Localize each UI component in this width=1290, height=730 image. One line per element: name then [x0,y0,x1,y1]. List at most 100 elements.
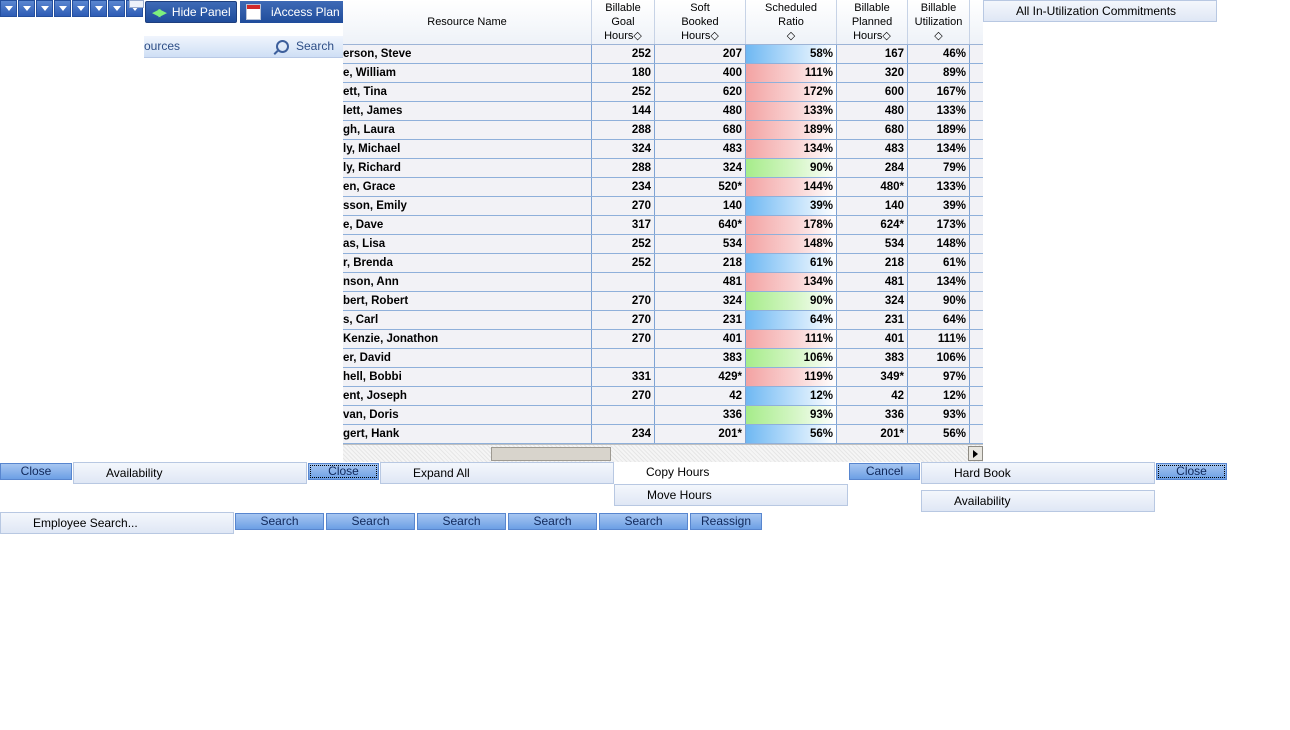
cell-soft: 620 [655,83,746,101]
cell-util: 133% [908,102,970,120]
col-header-resource-name[interactable]: Resource Name [343,0,592,44]
chevron-down-icon[interactable] [18,0,35,17]
cell-goal [592,406,655,424]
move-hours-button[interactable]: Move Hours [614,484,848,506]
cell-goal: 234 [592,425,655,443]
close-button[interactable]: Close [308,463,379,480]
hide-panel-button[interactable]: ◀▶ Hide Panel [145,1,237,23]
cell-goal: 144 [592,102,655,120]
cell-soft: 400 [655,64,746,82]
search-button[interactable]: Search [326,513,415,530]
search-button[interactable]: Search [508,513,597,530]
table-row[interactable]: van, Doris 336 93% 336 93% [343,406,983,425]
cell-name: van, Doris [343,406,592,424]
hard-book-button[interactable]: Hard Book [921,462,1155,484]
table-row[interactable]: nson, Ann 481 134% 481 134% [343,273,983,292]
cell-soft: 218 [655,254,746,272]
horizontal-scrollbar[interactable] [343,444,983,462]
table-row[interactable]: as, Lisa 252 534 148% 534 148% [343,235,983,254]
cell-soft: 680 [655,121,746,139]
table-row[interactable]: lett, James 144 480 133% 480 133% [343,102,983,121]
col-header-billable-planned[interactable]: Billable Planned Hours◇ [837,0,908,44]
availability-button[interactable]: Availability [73,462,307,484]
reassign-button[interactable]: Reassign [690,513,762,530]
table-row[interactable]: ly, Michael 324 483 134% 483 134% [343,140,983,159]
search-button[interactable]: Search [235,513,324,530]
cell-ratio: 111% [746,330,837,348]
cell-soft: 401 [655,330,746,348]
cell-util: 148% [908,235,970,253]
small-toggle-box[interactable] [129,0,144,8]
iaccess-plan-tab[interactable]: iAccess Plan [240,1,343,23]
scroll-right-arrow-icon[interactable] [968,446,983,461]
chevron-down-icon[interactable] [54,0,71,17]
table-row[interactable]: bert, Robert 270 324 90% 324 90% [343,292,983,311]
cell-util: 111% [908,330,970,348]
col-header-billable-goal[interactable]: Billable Goal Hours◇ [592,0,655,44]
table-row[interactable]: ly, Richard 288 324 90% 284 79% [343,159,983,178]
cell-goal: 331 [592,368,655,386]
cell-ratio: 58% [746,45,837,63]
iaccess-plan-label: iAccess Plan [271,5,340,19]
table-row[interactable]: erson, Steve 252 207 58% 167 46% [343,45,983,64]
cell-planned: 401 [837,330,908,348]
copy-hours-button[interactable]: Copy Hours [614,462,848,484]
table-row[interactable]: r, Brenda 252 218 61% 218 61% [343,254,983,273]
cell-name: nson, Ann [343,273,592,291]
table-row[interactable]: sson, Emily 270 140 39% 140 39% [343,197,983,216]
chevron-down-icon[interactable] [0,0,17,17]
chevron-down-icon[interactable] [108,0,125,17]
cell-planned: 324 [837,292,908,310]
close-button[interactable]: Close [0,463,72,480]
col-header-scheduled-ratio[interactable]: Scheduled Ratio ◇ [746,0,837,44]
table-row[interactable]: s, Carl 270 231 64% 231 64% [343,311,983,330]
cell-name: lett, James [343,102,592,120]
chevron-down-icon[interactable] [90,0,107,17]
table-row[interactable]: er, David 383 106% 383 106% [343,349,983,368]
chevron-down-icon[interactable] [72,0,89,17]
cell-planned: 349* [837,368,908,386]
cell-name: ly, Richard [343,159,592,177]
cell-name: er, David [343,349,592,367]
employee-search-button[interactable]: Employee Search... [0,512,234,534]
cell-goal: 252 [592,45,655,63]
expand-all-button[interactable]: Expand All [380,462,614,484]
cell-name: e, Dave [343,216,592,234]
table-row[interactable]: ent, Joseph 270 42 12% 42 12% [343,387,983,406]
table-row[interactable]: gh, Laura 288 680 189% 680 189% [343,121,983,140]
col-header-soft-booked[interactable]: Soft Booked Hours◇ [655,0,746,44]
table-row[interactable]: e, William 180 400 111% 320 89% [343,64,983,83]
scrollbar-thumb[interactable] [491,447,611,461]
search-link[interactable]: Search [276,39,334,53]
availability-button[interactable]: Availability [921,490,1155,512]
cell-soft: 520* [655,178,746,196]
col-header-billable-utilization[interactable]: Billable Utilization ◇ [908,0,970,44]
cell-soft: 640* [655,216,746,234]
table-row[interactable]: Kenzie, Jonathon 270 401 111% 401 111% [343,330,983,349]
cell-soft: 481 [655,273,746,291]
cell-ratio: 144% [746,178,837,196]
table-row[interactable]: en, Grace 234 520* 144% 480* 133% [343,178,983,197]
table-row[interactable]: hell, Bobbi 331 429* 119% 349* 97% [343,368,983,387]
cell-soft: 42 [655,387,746,405]
all-in-utilization-commitments-button[interactable]: All In-Utilization Commitments [983,0,1217,22]
cell-goal: 288 [592,159,655,177]
cell-soft: 231 [655,311,746,329]
close-button[interactable]: Close [1156,463,1227,480]
table-row[interactable]: e, Dave 317 640* 178% 624* 173% [343,216,983,235]
cancel-button[interactable]: Cancel [849,463,920,480]
search-button[interactable]: Search [599,513,688,530]
cell-soft: 480 [655,102,746,120]
cell-ratio: 111% [746,64,837,82]
cell-goal: 270 [592,330,655,348]
search-button[interactable]: Search [417,513,506,530]
cell-ratio: 90% [746,159,837,177]
cell-name: bert, Robert [343,292,592,310]
cell-planned: 600 [837,83,908,101]
table-row[interactable]: gert, Hank 234 201* 56% 201* 56% [343,425,983,444]
cell-soft: 207 [655,45,746,63]
table-row[interactable]: ett, Tina 252 620 172% 600 167% [343,83,983,102]
chevron-down-icon[interactable] [36,0,53,17]
cell-soft: 483 [655,140,746,158]
cell-soft: 201* [655,425,746,443]
